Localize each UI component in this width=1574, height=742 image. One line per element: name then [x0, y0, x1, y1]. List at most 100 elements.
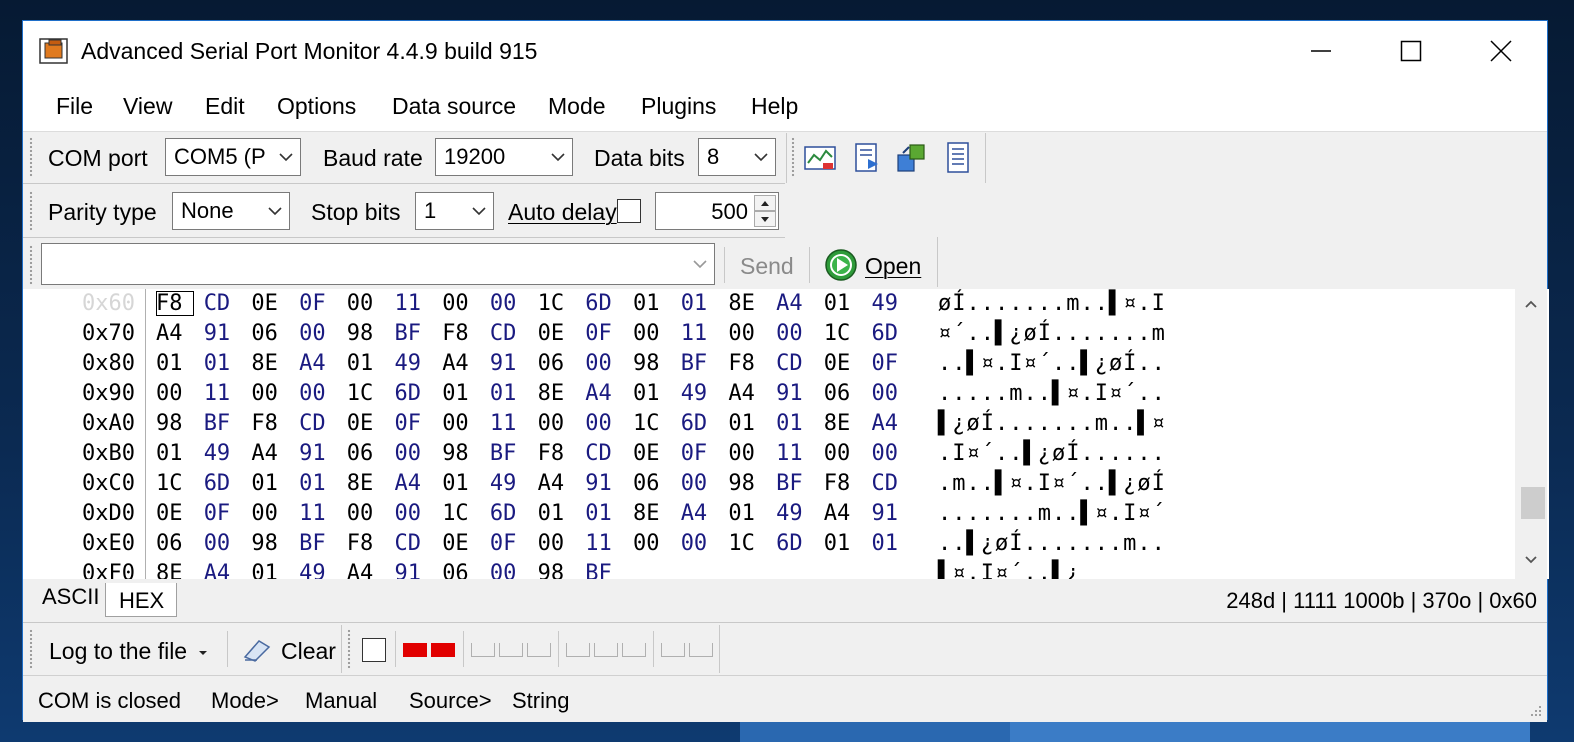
toolbar-grip[interactable]	[791, 137, 795, 177]
hex-row[interactable]: 0xD0 0E 0F 00 11 00 00 1C 6D 01 01 8E A4 01 49 A4 91....…	[23, 501, 1513, 531]
toolbar-grip[interactable]	[29, 191, 33, 231]
tab-hex[interactable]: HEX	[105, 583, 177, 617]
chart-icon[interactable]	[803, 141, 837, 175]
hex-byte[interactable]: 49	[776, 501, 814, 526]
hex-byte[interactable]: BF	[490, 441, 528, 466]
com-port-select[interactable]: COM5 (P	[165, 138, 301, 176]
hex-byte[interactable]: 06	[633, 471, 671, 496]
hex-byte[interactable]: 00	[824, 441, 862, 466]
hex-byte[interactable]: 8E	[251, 351, 289, 376]
hex-byte[interactable]: 6D	[204, 471, 242, 496]
hex-byte[interactable]: 00	[442, 411, 480, 436]
hex-byte[interactable]: CD	[585, 441, 623, 466]
hex-view[interactable]: 0x60 F8 CD 0E 0F 00 11 00 00 1C 6D 01 01 8E A4 01 49 øÍ..…	[23, 289, 1549, 579]
close-button[interactable]	[1457, 21, 1545, 81]
hex-byte[interactable]: 00	[395, 441, 433, 466]
hex-byte[interactable]: 1C	[824, 321, 862, 346]
hex-byte[interactable]: 01	[681, 291, 719, 316]
hex-byte[interactable]: 01	[824, 291, 862, 316]
baud-rate-select[interactable]: 19200	[435, 138, 573, 176]
menu-options[interactable]: Options	[277, 93, 356, 120]
toolbar-grip[interactable]	[29, 137, 33, 177]
hex-row[interactable]: 0x70 A4 91 06 00 98 BF F8 CD 0E 0F 00 11 00 00 1C 6D ¤´..…	[23, 321, 1513, 351]
hex-byte[interactable]: 0E	[538, 321, 576, 346]
hex-byte[interactable]: 01	[728, 411, 766, 436]
hex-byte[interactable]: 11	[776, 441, 814, 466]
play-icon[interactable]	[824, 248, 858, 282]
hex-byte[interactable]: 01	[251, 561, 289, 579]
hex-byte[interactable]: CD	[204, 291, 242, 316]
hex-byte[interactable]: 06	[442, 561, 480, 579]
hex-byte[interactable]: A4	[395, 471, 433, 496]
hex-byte[interactable]: 06	[251, 321, 289, 346]
hex-byte[interactable]: 11	[299, 501, 337, 526]
hex-byte[interactable]: BF	[204, 411, 242, 436]
hex-byte[interactable]: 49	[299, 561, 337, 579]
hex-byte[interactable]: 00	[490, 291, 528, 316]
hex-byte[interactable]: 00	[490, 561, 528, 579]
hex-byte[interactable]: 6D	[776, 531, 814, 556]
scroll-down-icon[interactable]	[1524, 555, 1538, 565]
hex-byte[interactable]: 00	[347, 291, 385, 316]
auto-delay-checkbox[interactable]	[617, 199, 641, 223]
hex-byte[interactable]: 01	[776, 411, 814, 436]
menu-view[interactable]: View	[123, 93, 172, 120]
hex-byte[interactable]: 8E	[633, 501, 671, 526]
hex-byte[interactable]: 0F	[681, 441, 719, 466]
hex-byte[interactable]: 00	[728, 441, 766, 466]
hex-byte[interactable]: 1C	[728, 531, 766, 556]
hex-byte[interactable]: 0F	[395, 411, 433, 436]
auto-delay-label[interactable]: Auto delay	[508, 199, 617, 226]
hex-byte[interactable]: 6D	[872, 321, 910, 346]
eraser-icon[interactable]	[241, 637, 273, 663]
ascii-text[interactable]: ..▌¤.I¤´..▌¿øÍ..	[938, 351, 1166, 376]
resize-grip-icon[interactable]	[1527, 702, 1543, 718]
hex-byte[interactable]: A4	[681, 501, 719, 526]
hex-row[interactable]: 0xE0 06 00 98 BF F8 CD 0E 0F 00 11 00 00 1C 6D 01 01 ..▌¿…	[23, 531, 1513, 561]
hex-row[interactable]: 0x80 01 01 8E A4 01 49 A4 91 06 00 98 BF F8 CD 0E 0F ..▌¤…	[23, 351, 1513, 381]
hex-byte[interactable]: 98	[633, 351, 671, 376]
hex-byte[interactable]: 01	[442, 471, 480, 496]
hex-byte[interactable]: 11	[490, 411, 528, 436]
hex-byte[interactable]: 06	[824, 381, 862, 406]
hex-byte[interactable]: 01	[585, 501, 623, 526]
hex-byte[interactable]: 98	[251, 531, 289, 556]
hex-byte[interactable]: A4	[776, 291, 814, 316]
hex-byte[interactable]: 01	[490, 381, 528, 406]
hex-byte[interactable]: CD	[776, 351, 814, 376]
hex-row[interactable]: 0xB0 01 49 A4 91 06 00 98 BF F8 CD 0E 0F 00 11 00 00 .I¤´…	[23, 441, 1513, 471]
hex-byte[interactable]: 0E	[156, 501, 194, 526]
hex-byte[interactable]: 0F	[490, 531, 528, 556]
ascii-text[interactable]: ..▌¿øÍ.......m..	[938, 531, 1166, 556]
hex-byte[interactable]: 6D	[395, 381, 433, 406]
hex-byte[interactable]: 91	[395, 561, 433, 579]
menu-edit[interactable]: Edit	[205, 93, 245, 120]
hex-byte[interactable]: 98	[442, 441, 480, 466]
hex-byte[interactable]: 01	[824, 531, 862, 556]
hex-byte[interactable]: 0E	[633, 441, 671, 466]
hex-byte[interactable]: 00	[872, 381, 910, 406]
hex-byte[interactable]: 00	[299, 321, 337, 346]
hex-byte[interactable]: 00	[633, 321, 671, 346]
open-button[interactable]: Open	[865, 253, 921, 280]
hex-byte[interactable]: F8	[251, 411, 289, 436]
hex-byte[interactable]: 0F	[872, 351, 910, 376]
spin-up-button[interactable]	[754, 195, 776, 211]
hex-byte[interactable]: 49	[490, 471, 528, 496]
scroll-up-icon[interactable]	[1524, 299, 1538, 309]
hex-byte[interactable]: F8	[347, 531, 385, 556]
hex-byte[interactable]: 00	[872, 441, 910, 466]
hex-byte[interactable]: 91	[585, 471, 623, 496]
hex-byte[interactable]: 0F	[585, 321, 623, 346]
hex-byte[interactable]: A4	[251, 441, 289, 466]
hex-byte[interactable]: 0F	[299, 291, 337, 316]
hex-byte[interactable]: 0E	[824, 351, 862, 376]
signal-checkbox[interactable]	[362, 638, 386, 662]
hex-byte[interactable]: 01	[728, 501, 766, 526]
hex-byte[interactable]: 11	[204, 381, 242, 406]
hex-byte[interactable]: A4	[728, 381, 766, 406]
hex-byte[interactable]: CD	[299, 411, 337, 436]
hex-byte[interactable]: 1C	[633, 411, 671, 436]
tab-ascii[interactable]: ASCII	[42, 584, 99, 610]
hex-byte[interactable]: A4	[156, 321, 194, 346]
